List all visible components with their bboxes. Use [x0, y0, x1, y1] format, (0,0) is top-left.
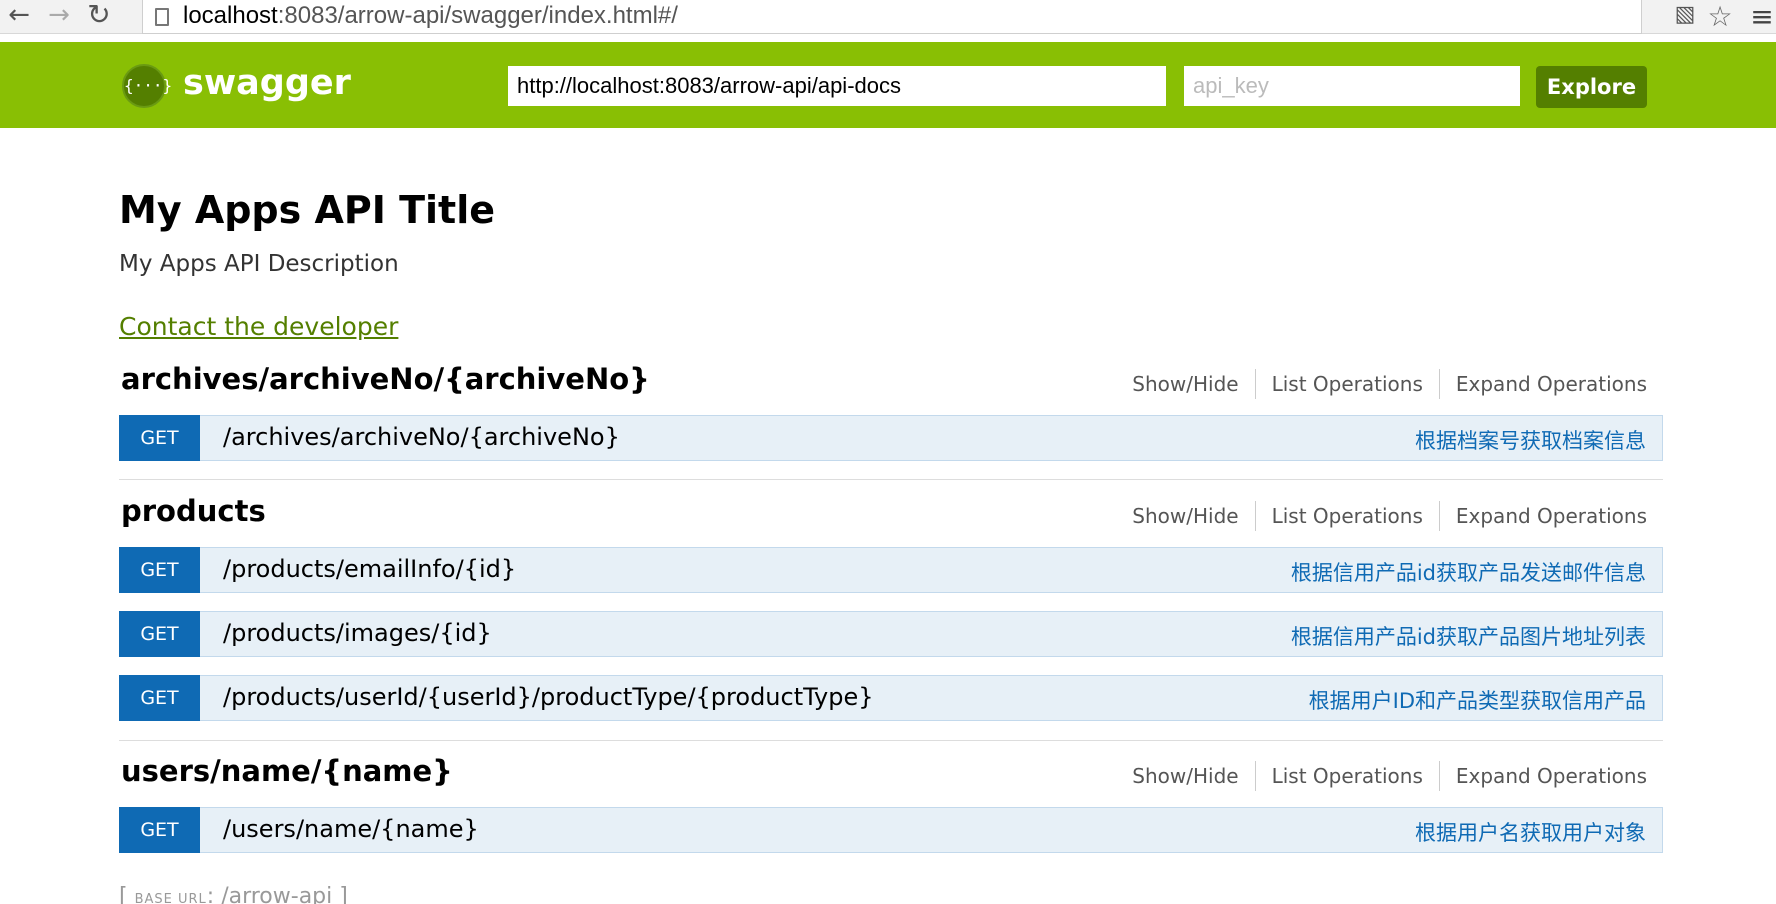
operation-path[interactable]: /archives/archiveNo/{archiveNo}: [223, 423, 620, 451]
page-icon: [155, 8, 169, 26]
get-method-badge[interactable]: GET: [119, 675, 200, 721]
operation-row[interactable]: GET /archives/archiveNo/{archiveNo} 根据档案…: [119, 415, 1663, 461]
resource-title[interactable]: products: [121, 494, 266, 528]
api-key-input[interactable]: [1184, 66, 1520, 106]
show-hide-link[interactable]: Show/Hide: [1116, 372, 1254, 399]
api-url-input[interactable]: [508, 66, 1166, 106]
operation-path[interactable]: /users/name/{name}: [223, 815, 479, 843]
translate-icon[interactable]: ▧: [1672, 2, 1698, 32]
operation-row[interactable]: GET /products/userId/{userId}/productTyp…: [119, 675, 1663, 721]
resource-divider: [119, 479, 1663, 480]
expand-operations-link[interactable]: Expand Operations: [1440, 372, 1647, 399]
get-method-badge[interactable]: GET: [119, 807, 200, 853]
resource-options: Show/Hide List Operations Expand Operation…: [1116, 501, 1647, 531]
show-hide-link[interactable]: Show/Hide: [1116, 764, 1254, 791]
list-operations-link[interactable]: List Operations: [1256, 372, 1439, 399]
operation-path[interactable]: /products/images/{id}: [223, 619, 492, 647]
back-arrow-icon[interactable]: ←: [4, 0, 34, 32]
contact-developer-link[interactable]: Contact the developer: [119, 312, 398, 341]
address-bar[interactable]: localhost:8083/arrow-api/swagger/index.h…: [142, 0, 1642, 34]
base-url: [ BASE URL: /arrow-api ]: [119, 884, 348, 904]
resource-title[interactable]: archives/archiveNo/{archiveNo}: [121, 362, 650, 396]
list-operations-link[interactable]: List Operations: [1256, 764, 1439, 791]
swagger-logo-icon: {···}: [122, 64, 172, 108]
bookmark-star-icon[interactable]: ☆: [1705, 0, 1735, 33]
operation-summary[interactable]: 根据用户名获取用户对象: [1415, 817, 1646, 847]
operation-summary[interactable]: 根据用户ID和产品类型获取信用产品: [1309, 685, 1646, 715]
operation-row[interactable]: GET /products/images/{id} 根据信用产品id获取产品图片…: [119, 611, 1663, 657]
reload-icon[interactable]: ↻: [84, 0, 114, 32]
show-hide-link[interactable]: Show/Hide: [1116, 504, 1254, 531]
resource-title[interactable]: users/name/{name}: [121, 754, 453, 788]
resource-options: Show/Hide List Operations Expand Operation…: [1116, 761, 1647, 791]
resource-options: Show/Hide List Operations Expand Operation…: [1116, 369, 1647, 399]
api-title: My Apps API Title: [119, 188, 496, 232]
operation-summary[interactable]: 根据档案号获取档案信息: [1415, 425, 1646, 455]
resource-divider: [119, 740, 1663, 741]
forward-arrow-icon[interactable]: →: [44, 0, 74, 32]
operation-row[interactable]: GET /products/emailInfo/{id} 根据信用产品id获取产…: [119, 547, 1663, 593]
base-url-value: /arrow-api: [221, 884, 333, 904]
get-method-badge[interactable]: GET: [119, 611, 200, 657]
base-url-label: BASE URL: [134, 892, 207, 904]
operation-path[interactable]: /products/userId/{userId}/productType/{p…: [223, 683, 874, 711]
url-path: :8083/arrow-api/swagger/index.html#/: [277, 2, 678, 29]
swagger-header: {···} swagger Explore: [0, 42, 1776, 128]
address-url[interactable]: localhost:8083/arrow-api/swagger/index.h…: [183, 2, 678, 30]
explore-button[interactable]: Explore: [1536, 66, 1647, 108]
get-method-badge[interactable]: GET: [119, 415, 200, 461]
swagger-logo-text: swagger: [183, 63, 351, 103]
operation-path[interactable]: /products/emailInfo/{id}: [223, 555, 516, 583]
operation-summary[interactable]: 根据信用产品id获取产品发送邮件信息: [1291, 557, 1646, 587]
expand-operations-link[interactable]: Expand Operations: [1440, 504, 1647, 531]
list-operations-link[interactable]: List Operations: [1256, 504, 1439, 531]
api-description: My Apps API Description: [119, 251, 399, 277]
browser-toolbar: ← → ↻ localhost:8083/arrow-api/swagger/i…: [0, 0, 1776, 34]
expand-operations-link[interactable]: Expand Operations: [1440, 764, 1647, 791]
get-method-badge[interactable]: GET: [119, 547, 200, 593]
browser-menu-icon[interactable]: ≡: [1748, 0, 1776, 33]
operation-summary[interactable]: 根据信用产品id获取产品图片地址列表: [1291, 621, 1646, 651]
operation-row[interactable]: GET /users/name/{name} 根据用户名获取用户对象: [119, 807, 1663, 853]
url-host: localhost: [183, 2, 278, 29]
